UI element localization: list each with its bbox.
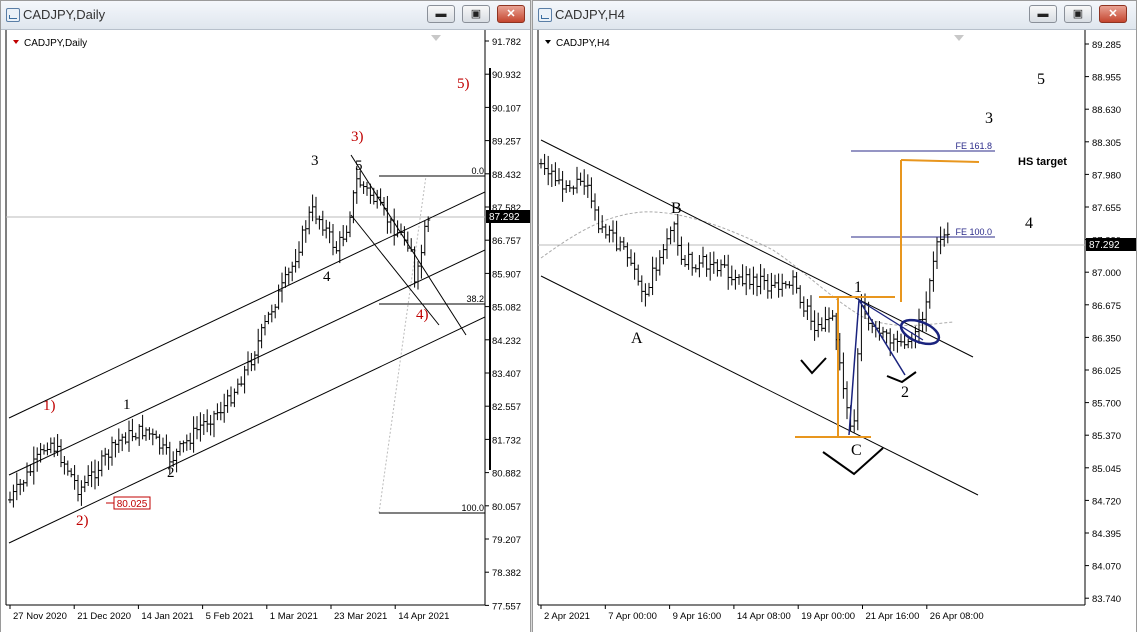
fe-label-100: FE 100.0	[955, 227, 992, 237]
daily-chart-area[interactable]: CADJPY,Daily 91.782 90.932 90.107 89.257 88.…	[1, 30, 530, 632]
wave-label-1: 1	[854, 279, 862, 296]
h4-price-tick-label: 85.045	[1092, 464, 1121, 475]
minimize-icon: ▬	[1037, 8, 1049, 20]
daily-price-tick-label: 84.232	[492, 336, 521, 347]
date-tick-label: 2 Apr 2021	[544, 611, 590, 622]
wave-label-red-1: 1)	[43, 398, 56, 414]
date-tick-label: 5 Feb 2021	[206, 611, 254, 622]
wave-label-4: 4	[1025, 215, 1033, 232]
daily-price-tick-label: 77.557	[492, 601, 521, 612]
h4-window-titlebar[interactable]: CADJPY,H4 ▬ ▣ ✕	[533, 1, 1136, 30]
wave-label-4: 4	[323, 269, 331, 285]
wave-label-red-2: 2)	[76, 513, 89, 529]
h4-price-tick-label: 88.955	[1092, 73, 1121, 84]
maximize-icon: ▣	[1072, 8, 1084, 20]
daily-price-tick-label: 86.757	[492, 236, 521, 247]
minimize-icon: ▬	[435, 8, 447, 20]
h4-price-tick-label: 85.370	[1092, 431, 1121, 442]
fib-label-38: 38.2	[466, 294, 484, 304]
h4-price-tick-label: 85.700	[1092, 399, 1121, 410]
maximize-button[interactable]: ▣	[1064, 5, 1092, 23]
daily-price-tick-label: 90.107	[492, 103, 521, 114]
current-price-value: 87.292	[489, 212, 520, 223]
h4-window-title: CADJPY,H4	[555, 7, 625, 22]
date-tick-label: 14 Apr 08:00	[737, 611, 791, 622]
h4-chart-window[interactable]: CADJPY,H4 ▬ ▣ ✕ CADJPY,H4 89.285 88.955 88…	[532, 0, 1137, 632]
daily-price-tick-label: 88.432	[492, 170, 521, 181]
date-tick-label: 26 Apr 08:00	[930, 611, 984, 622]
date-tick-label: 19 Apr 00:00	[801, 611, 855, 622]
chart-window-icon	[538, 8, 552, 22]
wave-label-5: 5	[1037, 71, 1045, 88]
date-tick-label: 21 Apr 16:00	[866, 611, 920, 622]
chart-window-icon	[6, 8, 20, 22]
daily-price-tick-label: 79.207	[492, 535, 521, 546]
daily-price-tick-label: 82.557	[492, 402, 521, 413]
h4-chart-area[interactable]: CADJPY,H4 89.285 88.955 88.630 88.305 87.980…	[533, 30, 1136, 632]
h4-price-tick-label: 89.285	[1092, 40, 1121, 51]
maximize-icon: ▣	[470, 8, 482, 20]
date-tick-label: 23 Mar 2021	[334, 611, 387, 622]
daily-chart-label: CADJPY,Daily	[24, 38, 87, 49]
daily-price-tick-label: 80.882	[492, 469, 521, 480]
fe-label-161: FE 161.8	[955, 141, 992, 151]
wave-label-red-3: 3)	[351, 129, 364, 145]
date-tick-label: 27 Nov 2020	[13, 611, 67, 622]
daily-price-tick-label: 85.907	[492, 269, 521, 280]
minimize-button[interactable]: ▬	[427, 5, 455, 23]
wave-label-1: 1	[123, 397, 131, 413]
daily-price-tick-label: 90.932	[492, 70, 521, 81]
h4-chart-label: CADJPY,H4	[556, 38, 610, 49]
h4-price-tick-label: 84.070	[1092, 562, 1121, 573]
fib-label-100: 100.0	[461, 503, 484, 513]
current-price-value: 87.292	[1089, 240, 1120, 251]
wave-label-red-4: 4)	[416, 307, 429, 323]
daily-price-tick-label: 78.382	[492, 568, 521, 579]
close-button[interactable]: ✕	[1099, 5, 1127, 23]
date-tick-label: 1 Mar 2021	[270, 611, 318, 622]
date-tick-label: 7 Apr 00:00	[608, 611, 657, 622]
daily-price-tick-label: 91.782	[492, 37, 521, 48]
wave-label-c: C	[851, 442, 862, 459]
wave-label-a: A	[631, 330, 643, 347]
fib-label-0: 0.0	[471, 166, 484, 176]
close-button[interactable]: ✕	[497, 5, 525, 23]
daily-price-tick-label: 81.732	[492, 435, 521, 446]
h4-price-tick-label: 83.740	[1092, 594, 1121, 605]
price-tag-value: 80.025	[117, 499, 148, 510]
wave-label-red-5: 5)	[457, 76, 470, 92]
date-tick-label: 14 Apr 2021	[398, 611, 449, 622]
hs-target-label: HS target	[1018, 156, 1067, 168]
close-icon: ✕	[506, 8, 516, 20]
h4-price-tick-label: 87.655	[1092, 203, 1121, 214]
h4-price-tick-label: 86.675	[1092, 301, 1121, 312]
wave-label-3: 3	[311, 153, 319, 169]
daily-price-tick-label: 80.057	[492, 502, 521, 513]
wave-label-5: 5	[355, 158, 363, 174]
date-tick-label: 21 Dec 2020	[77, 611, 131, 622]
daily-window-title: CADJPY,Daily	[23, 7, 106, 22]
daily-window-titlebar[interactable]: CADJPY,Daily ▬ ▣ ✕	[1, 1, 530, 30]
date-tick-label: 9 Apr 16:00	[673, 611, 722, 622]
h4-price-tick-label: 86.350	[1092, 333, 1121, 344]
daily-price-tick-label: 83.407	[492, 369, 521, 380]
wave-label-b: B	[671, 200, 682, 217]
wave-label-3: 3	[985, 110, 993, 127]
maximize-button[interactable]: ▣	[462, 5, 490, 23]
minimize-button[interactable]: ▬	[1029, 5, 1057, 23]
daily-chart-window[interactable]: CADJPY,Daily ▬ ▣ ✕ CADJPY,Daily 91.782 90…	[0, 0, 531, 632]
h4-price-tick-label: 84.720	[1092, 496, 1121, 507]
date-tick-label: 14 Jan 2021	[141, 611, 193, 622]
daily-price-tick-label: 85.082	[492, 303, 521, 314]
h4-price-tick-label: 87.000	[1092, 268, 1121, 279]
wave-label-2: 2	[167, 465, 175, 481]
daily-price-tick-label: 89.257	[492, 137, 521, 148]
h4-price-tick-label: 88.305	[1092, 138, 1121, 149]
close-icon: ✕	[1108, 8, 1118, 20]
h4-price-tick-label: 86.025	[1092, 366, 1121, 377]
h4-price-tick-label: 88.630	[1092, 105, 1121, 116]
h4-price-tick-label: 87.980	[1092, 170, 1121, 181]
wave-label-2: 2	[901, 384, 909, 401]
h4-price-tick-label: 84.395	[1092, 529, 1121, 540]
